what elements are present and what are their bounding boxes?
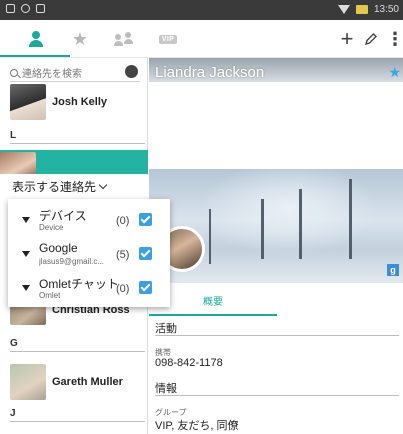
expand-triangle-icon[interactable] xyxy=(22,217,30,223)
group-value: VIP, 友だち, 同僚 xyxy=(155,420,239,432)
contact-detail-name: Liandra Jackson xyxy=(155,64,265,81)
more-options-button[interactable]: ⋮ xyxy=(384,28,403,50)
google-plus-icon[interactable]: g xyxy=(387,264,399,276)
vip-icon: VIP xyxy=(158,34,178,44)
account-sub: Device xyxy=(39,223,64,232)
account-name: デバイス xyxy=(39,209,87,223)
app-toolbar: ★ VIP + ⋮ xyxy=(0,20,403,58)
app-notification-icon xyxy=(36,4,45,13)
account-sub: jlasus9@gmail.c... xyxy=(39,257,105,266)
list-item-gareth-muller[interactable]: Gareth Muller xyxy=(0,362,148,402)
menu-item-device[interactable]: デバイス Device (0) xyxy=(8,203,170,237)
account-name: Google xyxy=(39,241,78,255)
status-bar: 13:50 xyxy=(0,0,403,20)
section-activity: 活動 xyxy=(155,320,399,336)
microphone-icon[interactable] xyxy=(125,65,138,78)
list-item-josh-kelly[interactable]: Josh Kelly xyxy=(0,82,148,122)
contacts-to-display-dropdown[interactable]: 表示する連絡先 xyxy=(0,175,148,199)
contact-name: Gareth Muller xyxy=(52,376,123,388)
list-item-selected[interactable] xyxy=(0,150,148,174)
section-header-j: J xyxy=(10,408,145,422)
contact-name: Josh Kelly xyxy=(52,96,108,108)
avatar xyxy=(10,84,46,120)
account-count: (0) xyxy=(116,215,130,227)
avatar xyxy=(10,364,46,400)
sync-icon xyxy=(21,4,30,13)
checkbox-device[interactable] xyxy=(139,213,152,226)
person-icon xyxy=(28,31,44,47)
tab-favorites[interactable]: ★ xyxy=(66,26,94,52)
account-name: Omletチャット xyxy=(39,277,119,291)
checkbox-google[interactable] xyxy=(139,247,152,260)
expand-triangle-icon[interactable] xyxy=(22,285,30,291)
avatar xyxy=(0,152,36,174)
chevron-down-icon xyxy=(98,180,108,190)
search-placeholder: 連絡先を検索 xyxy=(22,69,82,80)
checkbox-omlet[interactable] xyxy=(139,281,152,294)
add-contact-button[interactable]: + xyxy=(336,26,358,51)
account-filter-menu: デバイス Device (0) Google jlasus9@gmail.c..… xyxy=(8,199,170,307)
status-time: 13:50 xyxy=(373,4,399,15)
dropdown-label: 表示する連絡先 xyxy=(12,180,97,194)
group-icon xyxy=(114,32,134,46)
section-header-l: L xyxy=(10,130,145,144)
tab-groups[interactable] xyxy=(110,26,138,52)
search-input[interactable]: 連絡先を検索 xyxy=(10,64,140,82)
star-icon: ★ xyxy=(71,28,89,49)
menu-item-google[interactable]: Google jlasus9@gmail.c... (5) xyxy=(8,237,170,271)
wifi-icon xyxy=(337,5,350,14)
section-header-g: G xyxy=(10,338,145,352)
battery-icon xyxy=(355,5,368,14)
search-icon xyxy=(10,68,18,77)
tab-vip[interactable]: VIP xyxy=(154,26,182,52)
notification-icon xyxy=(6,4,15,13)
account-sub: Omlet xyxy=(39,291,61,300)
menu-item-omlet[interactable]: Omletチャット Omlet (0) xyxy=(8,271,170,305)
contact-detail: Liandra Jackson ★ g 概要 活動 携帯 098-842-117… xyxy=(149,58,403,434)
account-count: (0) xyxy=(116,283,130,295)
tab-contacts[interactable] xyxy=(22,26,50,52)
expand-triangle-icon[interactable] xyxy=(22,251,30,257)
active-tab-indicator xyxy=(0,55,70,57)
favorite-star-icon[interactable]: ★ xyxy=(388,64,401,81)
mobile-number[interactable]: 098-842-1178 xyxy=(155,357,223,369)
pencil-icon xyxy=(364,33,377,46)
account-count: (5) xyxy=(116,249,130,261)
section-info: 情報 xyxy=(155,380,399,396)
edit-button[interactable] xyxy=(360,28,382,50)
